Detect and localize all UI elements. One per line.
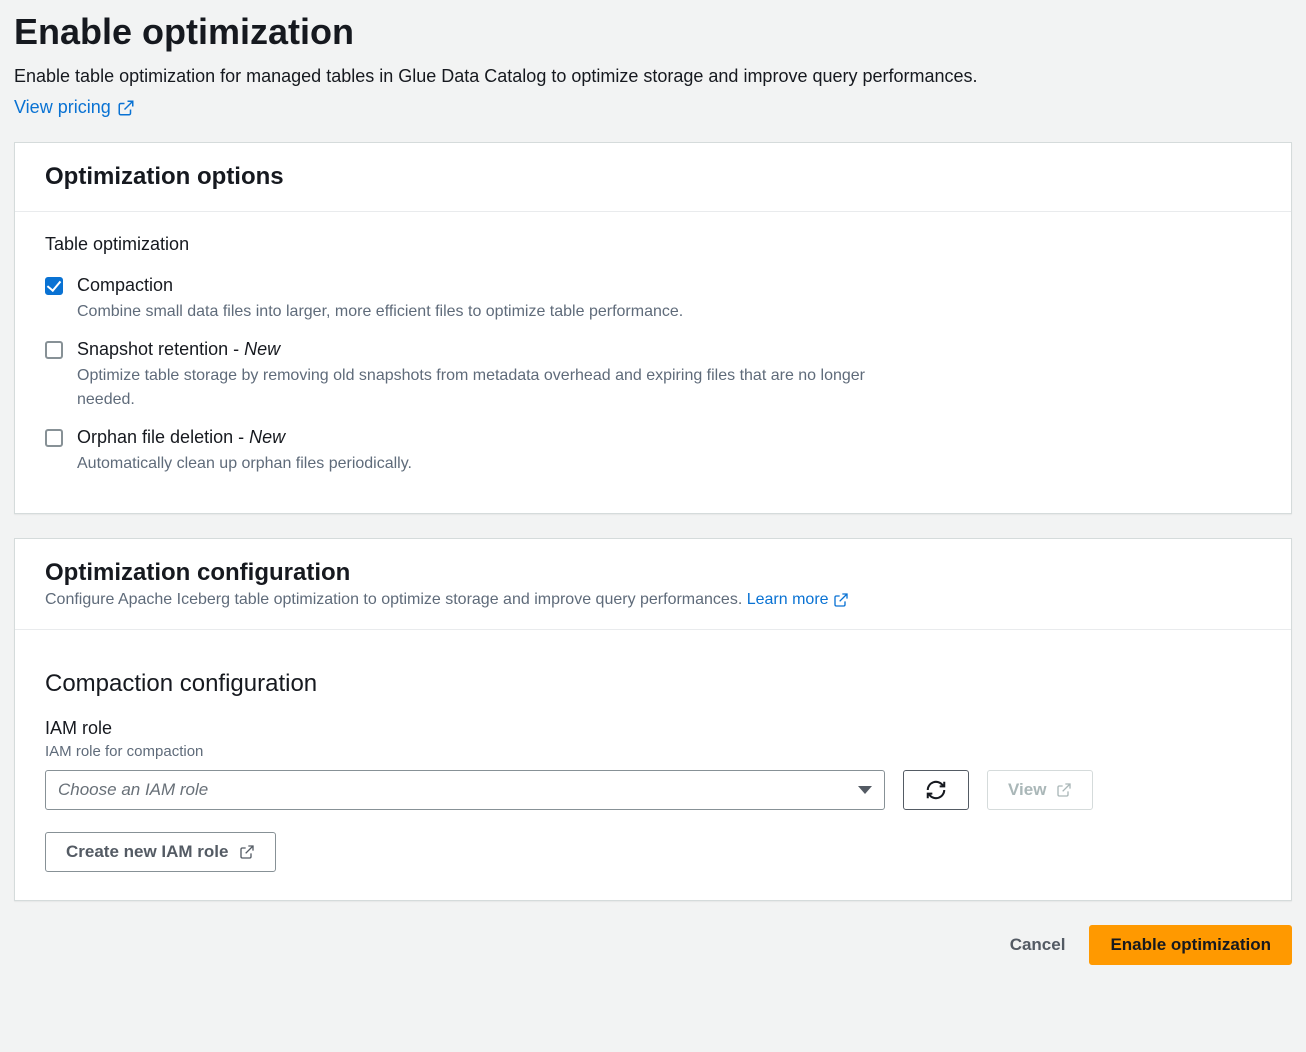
option-label-compaction: Compaction <box>77 275 683 296</box>
iam-role-placeholder: Choose an IAM role <box>58 780 208 800</box>
enable-optimization-button[interactable]: Enable optimization <box>1089 925 1292 965</box>
option-orphan-deletion: Orphan file deletion - New Automatically… <box>45 421 915 485</box>
option-label-orphan: Orphan file deletion - New <box>77 427 412 448</box>
chevron-down-icon <box>858 786 872 794</box>
iam-role-select[interactable]: Choose an IAM role <box>45 770 885 810</box>
config-card-title: Optimization configuration <box>45 559 1261 587</box>
create-iam-role-button[interactable]: Create new IAM role <box>45 832 276 872</box>
new-badge: New <box>244 339 280 359</box>
view-role-button[interactable]: View <box>987 770 1093 810</box>
new-badge: New <box>249 427 285 447</box>
external-link-icon <box>833 592 849 608</box>
view-pricing-link[interactable]: View pricing <box>14 97 135 118</box>
cancel-button[interactable]: Cancel <box>1004 934 1072 956</box>
option-desc-snapshot: Optimize table storage by removing old s… <box>77 364 915 410</box>
config-card-subtitle: Configure Apache Iceberg table optimizat… <box>45 591 1261 609</box>
external-link-icon <box>117 99 135 117</box>
optimization-options-card: Optimization options Table optimization … <box>14 142 1292 514</box>
option-compaction-text: Compaction <box>77 275 173 295</box>
refresh-icon <box>925 779 947 801</box>
optimization-config-card: Optimization configuration Configure Apa… <box>14 538 1292 901</box>
checkbox-orphan-deletion[interactable] <box>45 429 63 447</box>
page-title: Enable optimization <box>14 10 1292 53</box>
iam-role-label: IAM role <box>45 718 1261 739</box>
external-link-icon <box>1056 782 1072 798</box>
option-snapshot-text: Snapshot retention <box>77 339 228 359</box>
create-role-label: Create new IAM role <box>66 842 229 862</box>
option-label-snapshot: Snapshot retention - New <box>77 339 915 360</box>
view-button-label: View <box>1008 780 1046 800</box>
config-subtitle-text: Configure Apache Iceberg table optimizat… <box>45 591 742 608</box>
options-card-title: Optimization options <box>45 163 1261 191</box>
learn-more-label: Learn more <box>747 591 829 609</box>
compaction-config-title: Compaction configuration <box>45 670 1261 698</box>
footer-actions: Cancel Enable optimization <box>14 925 1292 965</box>
option-snapshot-retention: Snapshot retention - New Optimize table … <box>45 333 915 420</box>
option-orphan-text: Orphan file deletion <box>77 427 233 447</box>
option-desc-compaction: Combine small data files into larger, mo… <box>77 300 683 323</box>
learn-more-link[interactable]: Learn more <box>747 591 849 609</box>
page-subtitle: Enable table optimization for managed ta… <box>14 63 1292 89</box>
checkbox-compaction[interactable] <box>45 277 63 295</box>
view-pricing-label: View pricing <box>14 97 111 118</box>
option-desc-orphan: Automatically clean up orphan files peri… <box>77 452 412 475</box>
refresh-button[interactable] <box>903 770 969 810</box>
external-link-icon <box>239 844 255 860</box>
checkbox-snapshot-retention[interactable] <box>45 341 63 359</box>
iam-role-help: IAM role for compaction <box>45 743 1261 760</box>
option-compaction: Compaction Combine small data files into… <box>45 269 915 333</box>
table-optimization-label: Table optimization <box>45 234 1261 255</box>
